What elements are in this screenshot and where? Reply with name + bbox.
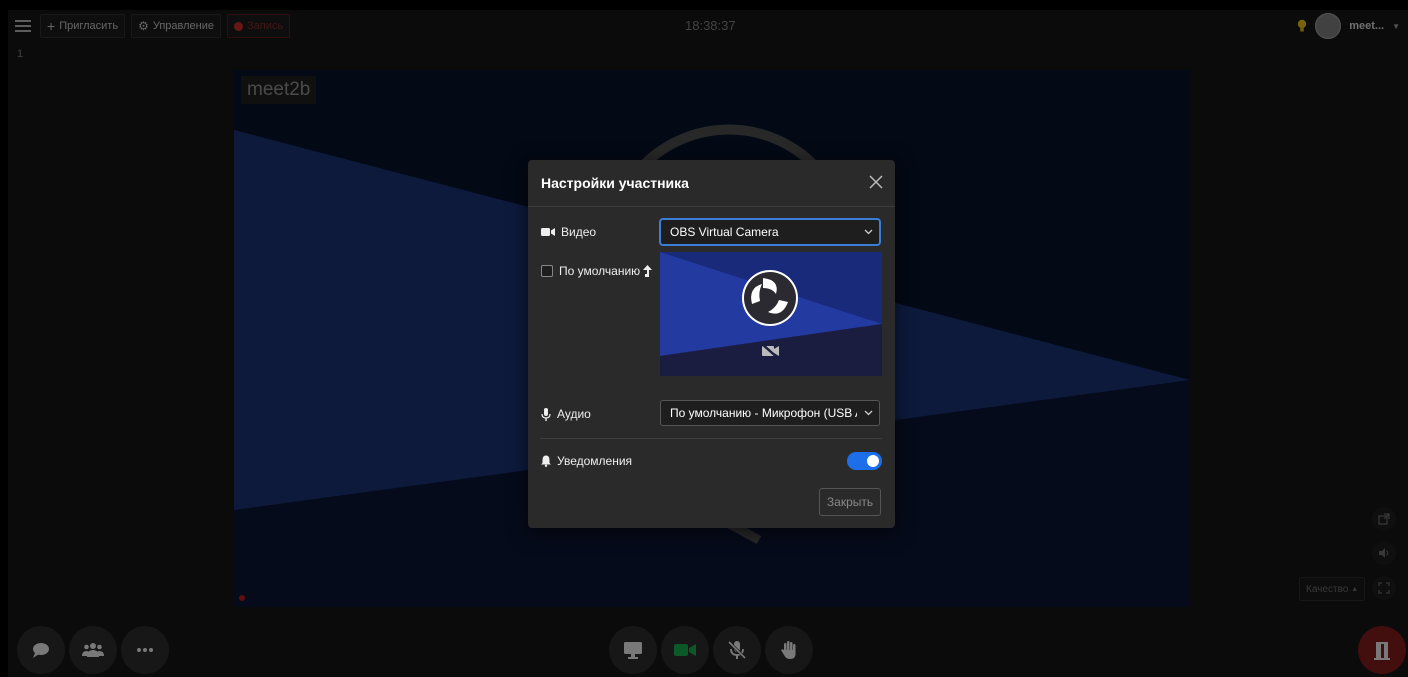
audio-device-value: По умолчанию - Микрофон (USB Audio Devic… — [670, 406, 857, 420]
audio-device-select[interactable]: По умолчанию - Микрофон (USB Audio Devic… — [660, 400, 880, 426]
divider — [540, 438, 882, 439]
video-camera-icon — [541, 228, 555, 236]
close-icon[interactable] — [867, 173, 885, 191]
bell-icon — [541, 455, 551, 467]
notifications-toggle[interactable] — [847, 452, 882, 470]
video-label: Видео — [561, 225, 597, 239]
microphone-icon — [541, 407, 551, 421]
chevron-down-icon — [857, 410, 879, 416]
participant-settings-dialog: Настройки участника Видео OBS Virtual Ca… — [528, 160, 895, 528]
toggle-knob — [867, 455, 879, 467]
dialog-header: Настройки участника — [528, 160, 895, 207]
default-label: По умолчанию — [559, 264, 641, 278]
obs-logo-icon — [742, 270, 798, 326]
video-device-select[interactable]: OBS Virtual Camera — [660, 219, 880, 245]
audio-row-label: Аудио — [541, 407, 591, 421]
video-preview — [660, 252, 882, 376]
arrow-up-icon — [643, 264, 653, 277]
notifications-row-label: Уведомления — [541, 454, 632, 468]
audio-label: Аудио — [557, 407, 591, 421]
default-checkbox-row[interactable]: По умолчанию — [541, 264, 653, 278]
notifications-label: Уведомления — [557, 454, 633, 468]
dialog-title: Настройки участника — [541, 175, 689, 191]
chevron-down-icon — [857, 229, 879, 235]
close-button[interactable]: Закрыть — [819, 488, 881, 516]
default-checkbox[interactable] — [541, 265, 553, 277]
video-device-value: OBS Virtual Camera — [670, 225, 779, 239]
video-row-label: Видео — [541, 225, 596, 239]
